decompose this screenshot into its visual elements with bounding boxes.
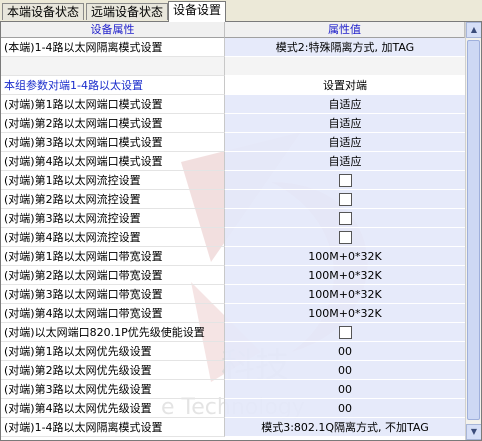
property-value[interactable]: 100M+0*32K [225,247,465,266]
tab-bar: 本端设备状态 远端设备状态 设备设置 [0,0,482,22]
property-label: (对端)第2路以太网优先级设置 [1,361,225,380]
settings-panel: 科技 e Technology 设备属性 属性值 (本端)1-4路以太网隔离模式… [0,21,482,441]
property-label: (对端)第4路以太网流控设置 [1,228,225,247]
table-row[interactable]: (对端)第1路以太网端口带宽设置 100M+0*32K [1,247,465,266]
property-value[interactable]: 100M+0*32K [225,285,465,304]
property-label: (对端)第1路以太网端口模式设置 [1,95,225,114]
up-arrow-icon[interactable]: ▲ [466,22,481,38]
table-row[interactable]: (对端)第4路以太网端口带宽设置 100M+0*32K [1,304,465,323]
table-row[interactable]: (对端)第2路以太网端口带宽设置 100M+0*32K [1,266,465,285]
checkbox[interactable] [338,192,352,206]
property-value-checkbox[interactable] [225,171,465,190]
property-label: (对端)第1路以太网端口带宽设置 [1,247,225,266]
checkbox[interactable] [338,211,352,225]
property-label: (对端)第4路以太网优先级设置 [1,399,225,418]
table-row[interactable]: (对端)第2路以太网端口模式设置 自适应 [1,114,465,133]
property-label: (对端)第2路以太网端口模式设置 [1,114,225,133]
property-label: (对端)第3路以太网流控设置 [1,209,225,228]
table-row[interactable]: (对端)第2路以太网流控设置 [1,190,465,209]
group-row[interactable]: 本组参数对端1-4路以太设置 设置对端 [1,76,465,95]
property-label: (对端)第2路以太网流控设置 [1,190,225,209]
tab-local-status[interactable]: 本端设备状态 [2,3,85,20]
property-value[interactable]: 自适应 [225,152,465,171]
scroll-thumb[interactable] [467,40,480,420]
table-row[interactable]: (对端)以太网端口820.1P优先级使能设置 [1,323,465,342]
property-label: (本端)1-4路以太网隔离模式设置 [1,38,225,57]
property-value[interactable] [225,57,465,76]
property-value-checkbox[interactable] [225,323,465,342]
vertical-scrollbar[interactable]: ▲ ▼ [465,22,481,440]
table-row[interactable]: (对端)第2路以太网优先级设置 00 [1,361,465,380]
property-label: (对端)第3路以太网端口带宽设置 [1,285,225,304]
table-row[interactable]: (对端)第4路以太网端口模式设置 自适应 [1,152,465,171]
down-arrow-icon[interactable]: ▼ [466,424,481,440]
property-value-checkbox[interactable] [225,190,465,209]
property-value[interactable]: 00 [225,380,465,399]
property-value[interactable]: 00 [225,399,465,418]
property-value[interactable]: 00 [225,342,465,361]
table-row[interactable]: (对端)1-4路以太网隔离模式设置 模式3:802.1Q隔离方式, 不加TAG [1,418,465,437]
property-label: (对端)第2路以太网端口带宽设置 [1,266,225,285]
table-row[interactable]: (对端)第3路以太网优先级设置 00 [1,380,465,399]
property-label: (对端)第1路以太网流控设置 [1,171,225,190]
column-header-value[interactable]: 属性值 [225,22,465,38]
property-value[interactable]: 模式3:802.1Q隔离方式, 不加TAG [225,418,465,437]
group-action[interactable]: 设置对端 [225,76,465,95]
column-header-property[interactable]: 设备属性 [1,22,225,38]
table-row[interactable]: (本端)1-4路以太网隔离模式设置 模式2:特殊隔离方式, 加TAG [1,38,465,57]
table-row[interactable]: (对端)第4路以太网流控设置 [1,228,465,247]
property-label: (对端)第4路以太网端口带宽设置 [1,304,225,323]
property-value-checkbox[interactable] [225,228,465,247]
property-value[interactable]: 自适应 [225,114,465,133]
checkbox[interactable] [338,325,352,339]
property-value[interactable]: 自适应 [225,95,465,114]
table-row[interactable]: (对端)第3路以太网端口带宽设置 100M+0*32K [1,285,465,304]
property-label: (对端)1-4路以太网隔离模式设置 [1,418,225,437]
property-label: (对端)第3路以太网优先级设置 [1,380,225,399]
table-row[interactable]: (对端)第1路以太网优先级设置 00 [1,342,465,361]
tab-device-settings[interactable]: 设备设置 [168,1,227,22]
property-value[interactable]: 自适应 [225,133,465,152]
table-row[interactable]: (对端)第1路以太网端口模式设置 自适应 [1,95,465,114]
checkbox[interactable] [338,230,352,244]
property-label: (对端)以太网端口820.1P优先级使能设置 [1,323,225,342]
property-value[interactable]: 100M+0*32K [225,266,465,285]
table-row[interactable]: (对端)第1路以太网流控设置 [1,171,465,190]
table-row[interactable]: (对端)第3路以太网流控设置 [1,209,465,228]
property-value[interactable]: 00 [225,361,465,380]
table-row[interactable] [1,57,465,76]
property-value[interactable]: 100M+0*32K [225,304,465,323]
property-label: (对端)第1路以太网优先级设置 [1,342,225,361]
property-label [1,57,225,76]
table-row[interactable]: (对端)第4路以太网优先级设置 00 [1,399,465,418]
checkbox[interactable] [338,173,352,187]
property-label: 本组参数对端1-4路以太设置 [1,76,225,95]
property-value-checkbox[interactable] [225,209,465,228]
property-label: (对端)第4路以太网端口模式设置 [1,152,225,171]
tab-remote-status[interactable]: 远端设备状态 [86,3,169,20]
property-value[interactable]: 模式2:特殊隔离方式, 加TAG [225,38,465,57]
table-row[interactable]: (对端)第3路以太网端口模式设置 自适应 [1,133,465,152]
property-label: (对端)第3路以太网端口模式设置 [1,133,225,152]
